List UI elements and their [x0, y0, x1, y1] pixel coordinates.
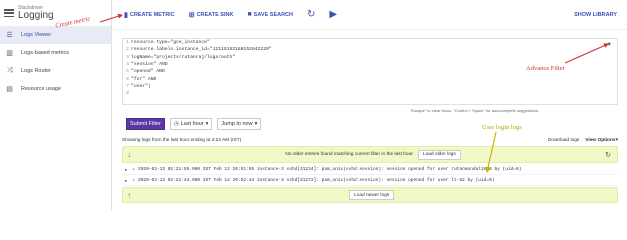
caret-down-icon: ▾ [254, 121, 258, 127]
newer-logs-group: Load newer logs [141, 190, 617, 200]
save-icon: ■ [247, 11, 252, 18]
line-number: 3 [126, 54, 129, 60]
log-entry-text: 2020-02-13 02:21:55.000 IST Feb 12 20:51… [138, 167, 522, 172]
sidebar-item-label: Logs Viewer [21, 32, 52, 38]
info-icon: ∘ [132, 177, 136, 183]
annotation-user-login-logs: User login logs [482, 124, 522, 131]
older-logs-message: No older entries found matching current … [285, 152, 414, 157]
older-logs-bar: ↓ No older entries found matching curren… [122, 146, 618, 163]
bar-chart-icon: ▥ [6, 50, 13, 57]
row-controls: ▸ ∘ [122, 178, 138, 184]
caret-down-icon: ▾ [205, 121, 209, 127]
log-entry-row[interactable]: ▸ ∘ 2020-02-13 02:22:44.000 IST Feb 12 20… [122, 176, 618, 186]
time-range-label: Last hour [180, 121, 204, 127]
brand-title: Logging [18, 9, 54, 21]
sidebar-item-resource-usage[interactable]: ▤ Resource usage [0, 80, 111, 98]
expand-arrow-icon[interactable]: ▸ [125, 178, 127, 184]
editor-line: 3 logName="projects/rutanraj/logs/auth" [123, 54, 617, 61]
sidebar: Stackdriver Logging ☰ Logs Viewer ▥ Logs… [0, 0, 112, 211]
load-older-logs-button[interactable]: Load older logs [417, 149, 461, 160]
code-text: "session" AND [131, 62, 168, 68]
line-number: 4 [126, 62, 129, 68]
sidebar-item-label: Resource usage [21, 86, 62, 92]
sidebar-item-logs-based-metrics[interactable]: ▥ Logs-based metrics [0, 44, 111, 62]
log-entry-text: 2020-02-13 02:22:44.000 IST Feb 12 20:52… [138, 178, 495, 183]
save-search-button[interactable]: ■ SAVE SEARCH [247, 11, 293, 18]
create-sink-button[interactable]: ⊞ CREATE SINK [189, 11, 234, 19]
refresh-icon[interactable]: ↻ [605, 151, 617, 159]
newer-logs-bar: ↑ Load newer logs [122, 187, 618, 203]
storage-icon: ▤ [6, 86, 13, 93]
code-text: logName="projects/rutanraj/logs/auth" [131, 54, 236, 60]
bar-chart-icon: ▮ [124, 11, 128, 19]
hamburger-menu-icon[interactable] [4, 8, 14, 18]
code-text: resource.labels.instance_id="12115152168… [131, 47, 272, 53]
caret-down-icon[interactable]: ▾ [616, 138, 618, 143]
load-newer-logs-button[interactable]: Load newer logs [349, 190, 395, 200]
line-number: 8 [126, 91, 129, 97]
brand: Stackdriver Logging [18, 5, 54, 21]
sidebar-item-label: Logs-based metrics [21, 50, 69, 56]
shuffle-icon: ⤨ [6, 67, 13, 74]
editor-line: 1 resource.type="gce_instance" [123, 39, 617, 46]
play-icon[interactable]: ▶ [329, 9, 337, 20]
line-number: 2 [126, 47, 129, 53]
line-number: 5 [126, 69, 129, 75]
download-logs-link[interactable]: Download logs [548, 138, 579, 143]
jump-to-now-select[interactable]: Jump to now ▾ [217, 118, 262, 130]
sink-icon: ⊞ [188, 11, 195, 19]
clock-icon: ◷ [173, 121, 179, 127]
list-icon: ☰ [6, 32, 13, 39]
line-number: 1 [126, 40, 129, 46]
view-options-button[interactable]: View Options [585, 138, 615, 143]
jump-to-now-label: Jump to now [221, 121, 253, 127]
editor-line: 7 "user"| [123, 83, 617, 90]
logs-summary: Showing logs from the last hour ending a… [122, 138, 242, 143]
line-number: 6 [126, 76, 129, 82]
expand-arrow-icon[interactable]: ▸ [125, 167, 127, 173]
row-controls: ▸ ∘ [122, 167, 138, 173]
filter-row: Submit Filter ◷ Last hour ▾ Jump to now … [126, 118, 262, 130]
line-number: 7 [126, 83, 129, 89]
annotation-advance-filter: Advance Filter [526, 65, 565, 72]
create-metric-button[interactable]: ▮ CREATE METRIC [124, 11, 175, 19]
logs-header: Showing logs from the last hour ending a… [122, 136, 618, 145]
info-icon: ∘ [132, 166, 136, 172]
show-library-button[interactable]: SHOW LIBRARY [574, 12, 627, 18]
editor-line: 6 "for" AND [123, 75, 617, 82]
editor-hint: "Escape" to clear focus. "Control + Spac… [410, 108, 539, 113]
editor-line: 8 [123, 90, 617, 97]
caret-down-icon[interactable]: ▼ [607, 41, 611, 48]
save-search-label: SAVE SEARCH [253, 11, 293, 18]
arrow-down-icon: ↓ [127, 150, 131, 159]
sidebar-item-logs-router[interactable]: ⤨ Logs Router [0, 62, 111, 80]
older-logs-message-group: No older entries found matching current … [141, 149, 605, 160]
toolbar: ▮ CREATE METRIC ⊞ CREATE SINK ■ SAVE SEA… [112, 0, 627, 30]
create-metric-label: CREATE METRIC [129, 11, 175, 18]
code-text: "user"| [131, 83, 151, 89]
code-text: "opened" AND [131, 69, 165, 75]
code-text: resource.type="gce_instance" [131, 40, 210, 46]
arrow-up-icon: ↑ [127, 190, 131, 200]
editor-line: 2 resource.labels.instance_id="1211515216… [123, 46, 617, 53]
refresh-icon[interactable]: ↻ [307, 9, 315, 20]
submit-filter-button[interactable]: Submit Filter [126, 118, 165, 130]
create-sink-label: CREATE SINK [196, 11, 234, 18]
code-text: "for" AND [131, 76, 157, 82]
log-entry-row[interactable]: ▸ ∘ 2020-02-13 02:21:55.000 IST Feb 12 20… [122, 165, 618, 175]
sidebar-item-label: Logs Router [21, 68, 51, 74]
time-range-select[interactable]: ◷ Last hour ▾ [169, 118, 213, 130]
